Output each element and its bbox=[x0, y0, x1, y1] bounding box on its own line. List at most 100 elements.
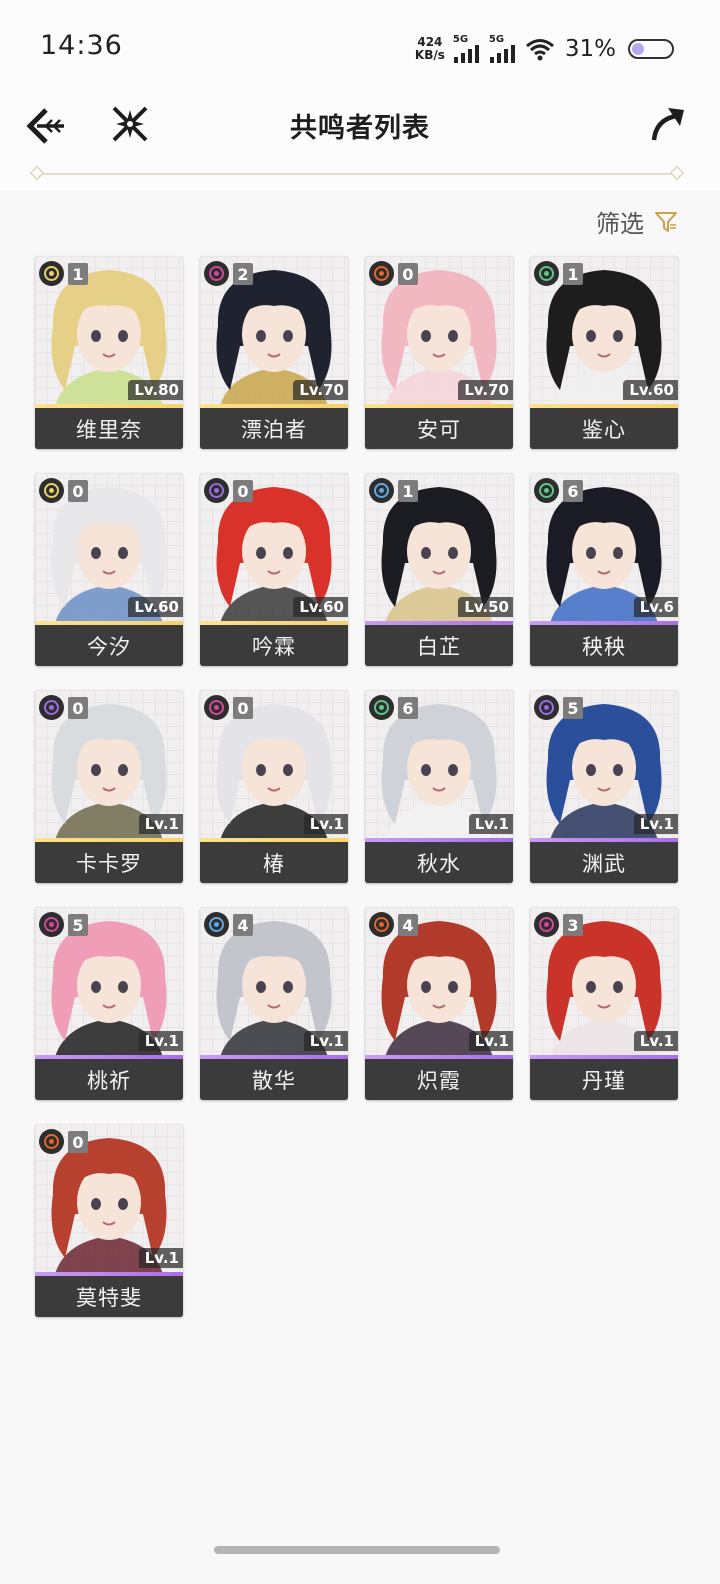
resonator-portrait: 0 Lv.1 bbox=[200, 690, 348, 840]
resonator-portrait: 3 Lv.1 bbox=[530, 907, 678, 1057]
level-badge: Lv.1 bbox=[138, 1248, 183, 1268]
havoc-element-icon bbox=[39, 912, 64, 937]
aero-element-icon bbox=[534, 478, 559, 503]
resonator-portrait: 5 Lv.1 bbox=[35, 907, 183, 1057]
resonator-name: 桃祈 bbox=[87, 1068, 131, 1093]
network-speed-unit: KB/s bbox=[414, 48, 445, 62]
resonator-portrait: 2 Lv.70 bbox=[200, 256, 348, 406]
resonator-card[interactable]: 1 Lv.80 维里奈 bbox=[35, 256, 183, 449]
resonator-card[interactable]: 6 Lv.1 秋水 bbox=[365, 690, 513, 883]
resonator-list-content: 筛选 1 Lv.80 维里奈 2 Lv.70 漂泊者 0 Lv.70 安可 1 Lv.60 鉴心 0 Lv… bbox=[0, 190, 720, 1584]
filter-label: 筛选 bbox=[596, 210, 644, 238]
status-time: 14:36 bbox=[40, 30, 123, 61]
resonator-card[interactable]: 0 Lv.60 吟霖 bbox=[200, 473, 348, 666]
resonance-chain-badge: 1 bbox=[68, 263, 88, 285]
havoc-element-icon bbox=[204, 695, 229, 720]
resonator-name: 鉴心 bbox=[582, 417, 626, 442]
name-plate: 渊武 bbox=[530, 842, 678, 883]
filter-icon bbox=[655, 211, 677, 232]
spectro-element-icon bbox=[39, 478, 64, 503]
share-button[interactable] bbox=[650, 106, 686, 142]
fusion-element-icon bbox=[369, 912, 394, 937]
name-plate: 吟霖 bbox=[200, 625, 348, 666]
resonator-portrait: 4 Lv.1 bbox=[365, 907, 513, 1057]
glacio-element-icon bbox=[369, 478, 394, 503]
resonator-name: 维里奈 bbox=[76, 417, 142, 442]
name-plate: 维里奈 bbox=[35, 408, 183, 449]
glacio-element-icon bbox=[204, 912, 229, 937]
resonator-card[interactable]: 0 Lv.1 椿 bbox=[200, 690, 348, 883]
name-plate: 鉴心 bbox=[530, 408, 678, 449]
name-plate: 椿 bbox=[200, 842, 348, 883]
battery-icon bbox=[628, 39, 674, 59]
resonator-card[interactable]: 5 Lv.1 渊武 bbox=[530, 690, 678, 883]
level-badge: Lv.6 bbox=[633, 597, 678, 617]
resonator-card[interactable]: 4 Lv.1 散华 bbox=[200, 907, 348, 1100]
name-plate: 炽霞 bbox=[365, 1059, 513, 1100]
resonator-name: 散华 bbox=[252, 1068, 296, 1093]
resonator-card[interactable]: 2 Lv.70 漂泊者 bbox=[200, 256, 348, 449]
resonance-chain-badge: 2 bbox=[233, 263, 253, 285]
resonance-chain-badge: 6 bbox=[398, 697, 418, 719]
resonator-card[interactable]: 0 Lv.60 今汐 bbox=[35, 473, 183, 666]
signal-bars-icon bbox=[453, 45, 479, 63]
fusion-element-icon bbox=[369, 261, 394, 286]
level-badge: Lv.1 bbox=[633, 1031, 678, 1051]
level-badge: Lv.1 bbox=[303, 1031, 348, 1051]
name-plate: 卡卡罗 bbox=[35, 842, 183, 883]
name-plate: 安可 bbox=[365, 408, 513, 449]
resonance-chain-badge: 0 bbox=[68, 480, 88, 502]
resonance-chain-badge: 0 bbox=[68, 1131, 88, 1153]
share-icon bbox=[651, 108, 684, 141]
signal-1: 5G bbox=[453, 35, 481, 63]
resonator-portrait: 6 Lv.6 bbox=[530, 473, 678, 623]
level-badge: Lv.50 bbox=[458, 597, 513, 617]
resonance-chain-badge: 3 bbox=[563, 914, 583, 936]
resonator-card[interactable]: 0 Lv.1 卡卡罗 bbox=[35, 690, 183, 883]
divider-diamond-right bbox=[669, 165, 685, 181]
havoc-element-icon bbox=[204, 261, 229, 286]
home-indicator[interactable] bbox=[214, 1546, 500, 1554]
resonator-name: 秧秧 bbox=[582, 634, 626, 659]
resonator-name: 丹瑾 bbox=[582, 1068, 626, 1093]
name-plate: 漂泊者 bbox=[200, 408, 348, 449]
resonance-chain-badge: 4 bbox=[398, 914, 418, 936]
resonance-chain-badge: 1 bbox=[398, 480, 418, 502]
resonance-chain-badge: 0 bbox=[233, 697, 253, 719]
resonator-card[interactable]: 0 Lv.1 莫特斐 bbox=[35, 1124, 183, 1317]
resonator-portrait: 5 Lv.1 bbox=[530, 690, 678, 840]
aero-element-icon bbox=[369, 695, 394, 720]
resonator-name: 吟霖 bbox=[252, 634, 296, 659]
resonator-name: 椿 bbox=[263, 851, 285, 876]
name-plate: 散华 bbox=[200, 1059, 348, 1100]
status-icons: 424 KB/s 5G 5G 31% bbox=[415, 34, 674, 64]
resonator-portrait: 1 Lv.80 bbox=[35, 256, 183, 406]
resonator-name: 今汐 bbox=[87, 634, 131, 659]
signal-2-label: 5G bbox=[488, 34, 505, 45]
name-plate: 白芷 bbox=[365, 625, 513, 666]
resonator-portrait: 6 Lv.1 bbox=[365, 690, 513, 840]
signal-bars-icon bbox=[489, 45, 515, 63]
level-badge: Lv.70 bbox=[458, 380, 513, 400]
resonator-card[interactable]: 4 Lv.1 炽霞 bbox=[365, 907, 513, 1100]
resonator-card[interactable]: 6 Lv.6 秧秧 bbox=[530, 473, 678, 666]
header-divider bbox=[29, 165, 685, 181]
battery-percent: 31% bbox=[564, 36, 616, 62]
resonance-chain-badge: 4 bbox=[233, 914, 253, 936]
filter-button[interactable]: 筛选 bbox=[596, 204, 678, 239]
resonator-card[interactable]: 3 Lv.1 丹瑾 bbox=[530, 907, 678, 1100]
resonator-name: 渊武 bbox=[582, 851, 626, 876]
level-badge: Lv.70 bbox=[293, 380, 348, 400]
name-plate: 今汐 bbox=[35, 625, 183, 666]
resonator-card[interactable]: 1 Lv.50 白芷 bbox=[365, 473, 513, 666]
page-title: 共鸣者列表 bbox=[290, 113, 430, 144]
resonator-card[interactable]: 0 Lv.70 安可 bbox=[365, 256, 513, 449]
divider-diamond-left bbox=[29, 165, 45, 181]
resonator-card[interactable]: 1 Lv.60 鉴心 bbox=[530, 256, 678, 449]
resonator-portrait: 4 Lv.1 bbox=[200, 907, 348, 1057]
resonator-card[interactable]: 5 Lv.1 桃祈 bbox=[35, 907, 183, 1100]
aero-element-icon bbox=[534, 261, 559, 286]
resonator-portrait: 0 Lv.60 bbox=[35, 473, 183, 623]
level-badge: Lv.60 bbox=[128, 597, 183, 617]
level-badge: Lv.60 bbox=[293, 597, 348, 617]
